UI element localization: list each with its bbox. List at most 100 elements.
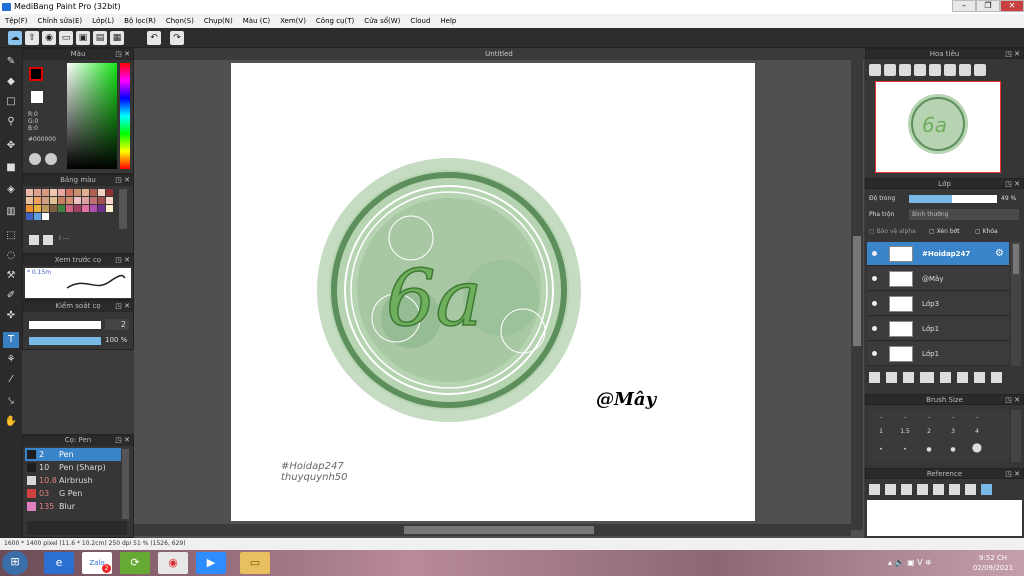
horizontal-scrollbar[interactable] [134,524,851,536]
brush-list-scrollbar[interactable] [122,449,129,519]
brush-size-grid[interactable]: ----- 1 1.5 2 3 4 • • ● ● ● [869,410,1009,462]
vertical-scrollbar[interactable] [851,60,863,530]
layer-opacity-slider[interactable] [909,195,997,203]
visibility-icon[interactable] [872,326,877,331]
start-button[interactable]: ⊞ [2,551,28,575]
comment-icon[interactable]: ◉ [42,31,56,45]
eraser-tool-icon[interactable]: ◆ [3,74,19,90]
color-wheel-icon[interactable] [29,153,41,165]
visibility-icon[interactable] [872,351,877,356]
canvas-paper[interactable]: 6a @Mây #Hoidap247 thuyquynh50 [231,63,755,521]
menu-file[interactable]: Tệp(F) [0,14,33,28]
hand-tool-icon[interactable]: ✋ [3,414,19,430]
brush-tool-icon[interactable]: ✎ [3,54,19,70]
flip-icon[interactable] [944,64,956,76]
new-layer-1bit-icon[interactable] [903,372,914,383]
duplicate-layer-icon[interactable] [957,372,968,383]
app-icon-green[interactable]: ⟳ [120,552,150,574]
ref-fit-icon[interactable] [933,484,944,495]
background-swatch[interactable] [31,91,43,103]
layer-row[interactable]: #Hoidap247 ⚙ [867,242,1009,266]
foreground-swatch[interactable] [29,67,43,81]
brush-size-scrollbar[interactable] [1011,410,1021,462]
menu-color[interactable]: Màu (C) [238,14,275,28]
brush-item[interactable]: 2 Pen [25,448,121,461]
blend-mode-select[interactable]: Bình thường [909,209,1019,220]
add-layer-dropdown-icon[interactable] [920,372,934,383]
maximize-button[interactable]: ❐ [976,0,1000,12]
layer-settings-icon[interactable]: ⚙ [995,242,1004,266]
layer-row[interactable]: Lớp1 [867,342,1009,366]
merge-layer-icon[interactable] [974,372,985,383]
close-reference-icon[interactable] [901,484,912,495]
brush-opacity-slider[interactable] [29,337,101,345]
clipping-checkbox[interactable]: ▢ Xén bớt [929,228,960,235]
menu-select[interactable]: Chọn(S) [161,14,199,28]
protect-alpha-checkbox[interactable]: ▢ Bảo vệ alpha [869,228,916,235]
gradient-tool-icon[interactable]: ▥ [3,204,19,220]
menu-edit[interactable]: Chỉnh sửa(E) [33,14,88,28]
page-icon[interactable]: ▤ [93,31,107,45]
palette-scrollbar[interactable] [119,189,127,229]
menu-cloud[interactable]: Cloud [405,14,435,28]
color-history-icon[interactable] [45,153,57,165]
save-icon[interactable]: ▣ [76,31,90,45]
fit-icon[interactable] [899,64,911,76]
delete-layer-icon[interactable] [991,372,1002,383]
navigator-preview[interactable]: 6a [875,81,1001,173]
close-button[interactable]: ✕ [1000,0,1024,12]
actual-size-icon[interactable] [914,64,926,76]
cloud-reference-icon[interactable] [869,484,880,495]
layer-scrollbar[interactable] [1011,242,1021,366]
brush-size-slider[interactable] [29,321,101,329]
layer-row[interactable]: Lớp3 [867,292,1009,316]
visibility-icon[interactable] [872,251,877,256]
brush-item[interactable]: 10 Pen (Sharp) [25,461,121,474]
brush-item[interactable]: 03 G Pen [25,487,121,500]
select-pen-icon[interactable]: ✐ [3,288,19,304]
zoom-icon[interactable]: ▶ [196,552,226,574]
ref-zoom-in-icon[interactable] [917,484,928,495]
fill-rect-tool-icon[interactable]: ■ [3,160,19,176]
saturation-value-picker[interactable] [67,63,117,169]
dot-tool-icon[interactable]: ⚲ [3,114,19,130]
palette-swatches[interactable] [26,189,121,221]
menu-tools[interactable]: Công cụ(T) [311,14,359,28]
delete-palette-icon[interactable] [43,235,53,245]
chat-icon[interactable]: ▭ [59,31,73,45]
visibility-icon[interactable] [872,301,877,306]
zoom-out-icon[interactable] [884,64,896,76]
menu-filter[interactable]: Bộ lọc(R) [119,14,161,28]
operation-tool-icon[interactable]: ⚘ [3,352,19,368]
ref-hand-icon[interactable] [981,484,992,495]
brush-item[interactable]: 10.8 Airbrush [25,474,121,487]
menu-window[interactable]: Cửa sổ(W) [359,14,405,28]
clock[interactable]: 9:52 CH 02/09/2021 [966,553,1020,573]
open-reference-icon[interactable] [885,484,896,495]
new-palette-icon[interactable] [29,235,39,245]
menu-view[interactable]: Xem(V) [275,14,311,28]
tray-icons[interactable]: ▴ 🔈 ▣ V ⛯ [888,558,932,568]
new-layer-icon[interactable] [869,372,880,383]
divide-tool-icon[interactable]: ⁄ [3,372,19,388]
menu-help[interactable]: Help [435,14,461,28]
ie-icon[interactable]: e [44,552,74,574]
ref-eyedropper-icon[interactable] [965,484,976,495]
layer-row[interactable]: @Mây [867,267,1009,291]
document-tab[interactable]: Untitled [134,48,864,60]
lasso-tool-icon[interactable]: ◌ [3,248,19,264]
menu-layer[interactable]: Lớp(L) [87,14,119,28]
menu-snap[interactable]: Chụp(N) [199,14,238,28]
bucket-tool-icon[interactable]: ◈ [3,182,19,198]
magic-wand-icon[interactable]: ⚒ [3,268,19,284]
reset-icon[interactable] [959,64,971,76]
grid-icon[interactable]: ▦ [110,31,124,45]
zoom-in-icon[interactable] [869,64,881,76]
upload-icon[interactable]: ⇧ [25,31,39,45]
layer-row[interactable]: Lớp1 [867,317,1009,341]
select-eraser-icon[interactable]: ✜ [3,308,19,324]
eyedropper-tool-icon[interactable]: ⤥ [3,394,19,410]
rotate-right-icon[interactable] [974,64,986,76]
reference-area[interactable] [867,500,1022,536]
select-tool-icon[interactable]: ⬚ [3,228,19,244]
